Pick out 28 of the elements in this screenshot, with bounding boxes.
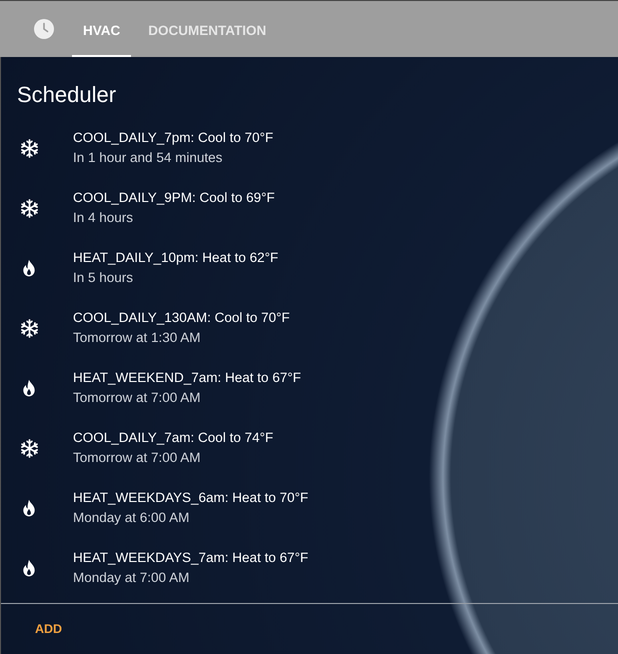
schedule-name: HEAT_WEEKEND_7am: Heat to 67°F [73, 369, 301, 387]
schedule-time: In 1 hour and 54 minutes [73, 149, 224, 167]
schedule-time: Monday at 6:00 AM [73, 509, 190, 527]
schedule-name: HEAT_WEEKDAYS_6am: Heat to 70°F [73, 489, 308, 507]
flame-icon [22, 379, 36, 397]
flame-icon [22, 559, 36, 577]
snowflake-icon [20, 198, 38, 218]
snowflake-icon [20, 438, 38, 458]
schedule-time: Tomorrow at 1:30 AM [73, 329, 202, 347]
tab[interactable]: DOCUMENTATION [137, 1, 278, 57]
clock-icon[interactable] [34, 19, 54, 39]
schedule-time: Monday at 7:00 AM [73, 569, 190, 587]
snowflake-icon [20, 318, 38, 338]
add-button[interactable]: ADD [25, 618, 72, 640]
schedule-name: HEAT_WEEKDAYS_7am: Heat to 67°F [73, 549, 308, 567]
schedule-name: COOL_DAILY_130AM: Cool to 70°F [73, 309, 290, 327]
schedule-name: COOL_DAILY_7am: Cool to 74°F [73, 429, 274, 447]
schedule-time: Tomorrow at 7:00 AM [73, 389, 202, 407]
schedule-name: COOL_DAILY_7pm: Cool to 70°F [73, 129, 274, 147]
flame-icon [22, 259, 36, 277]
schedule-time: In 5 hours [73, 269, 134, 287]
schedule-time: Tomorrow at 7:00 AM [73, 449, 202, 467]
schedule-name: COOL_DAILY_9PM: Cool to 69°F [73, 189, 275, 207]
schedule-time: In 4 hours [73, 209, 134, 227]
snowflake-icon [20, 138, 38, 158]
scheduler-title: Scheduler [17, 82, 118, 108]
flame-icon [22, 499, 36, 517]
schedule-name: HEAT_DAILY_10pm: Heat to 62°F [73, 249, 278, 267]
